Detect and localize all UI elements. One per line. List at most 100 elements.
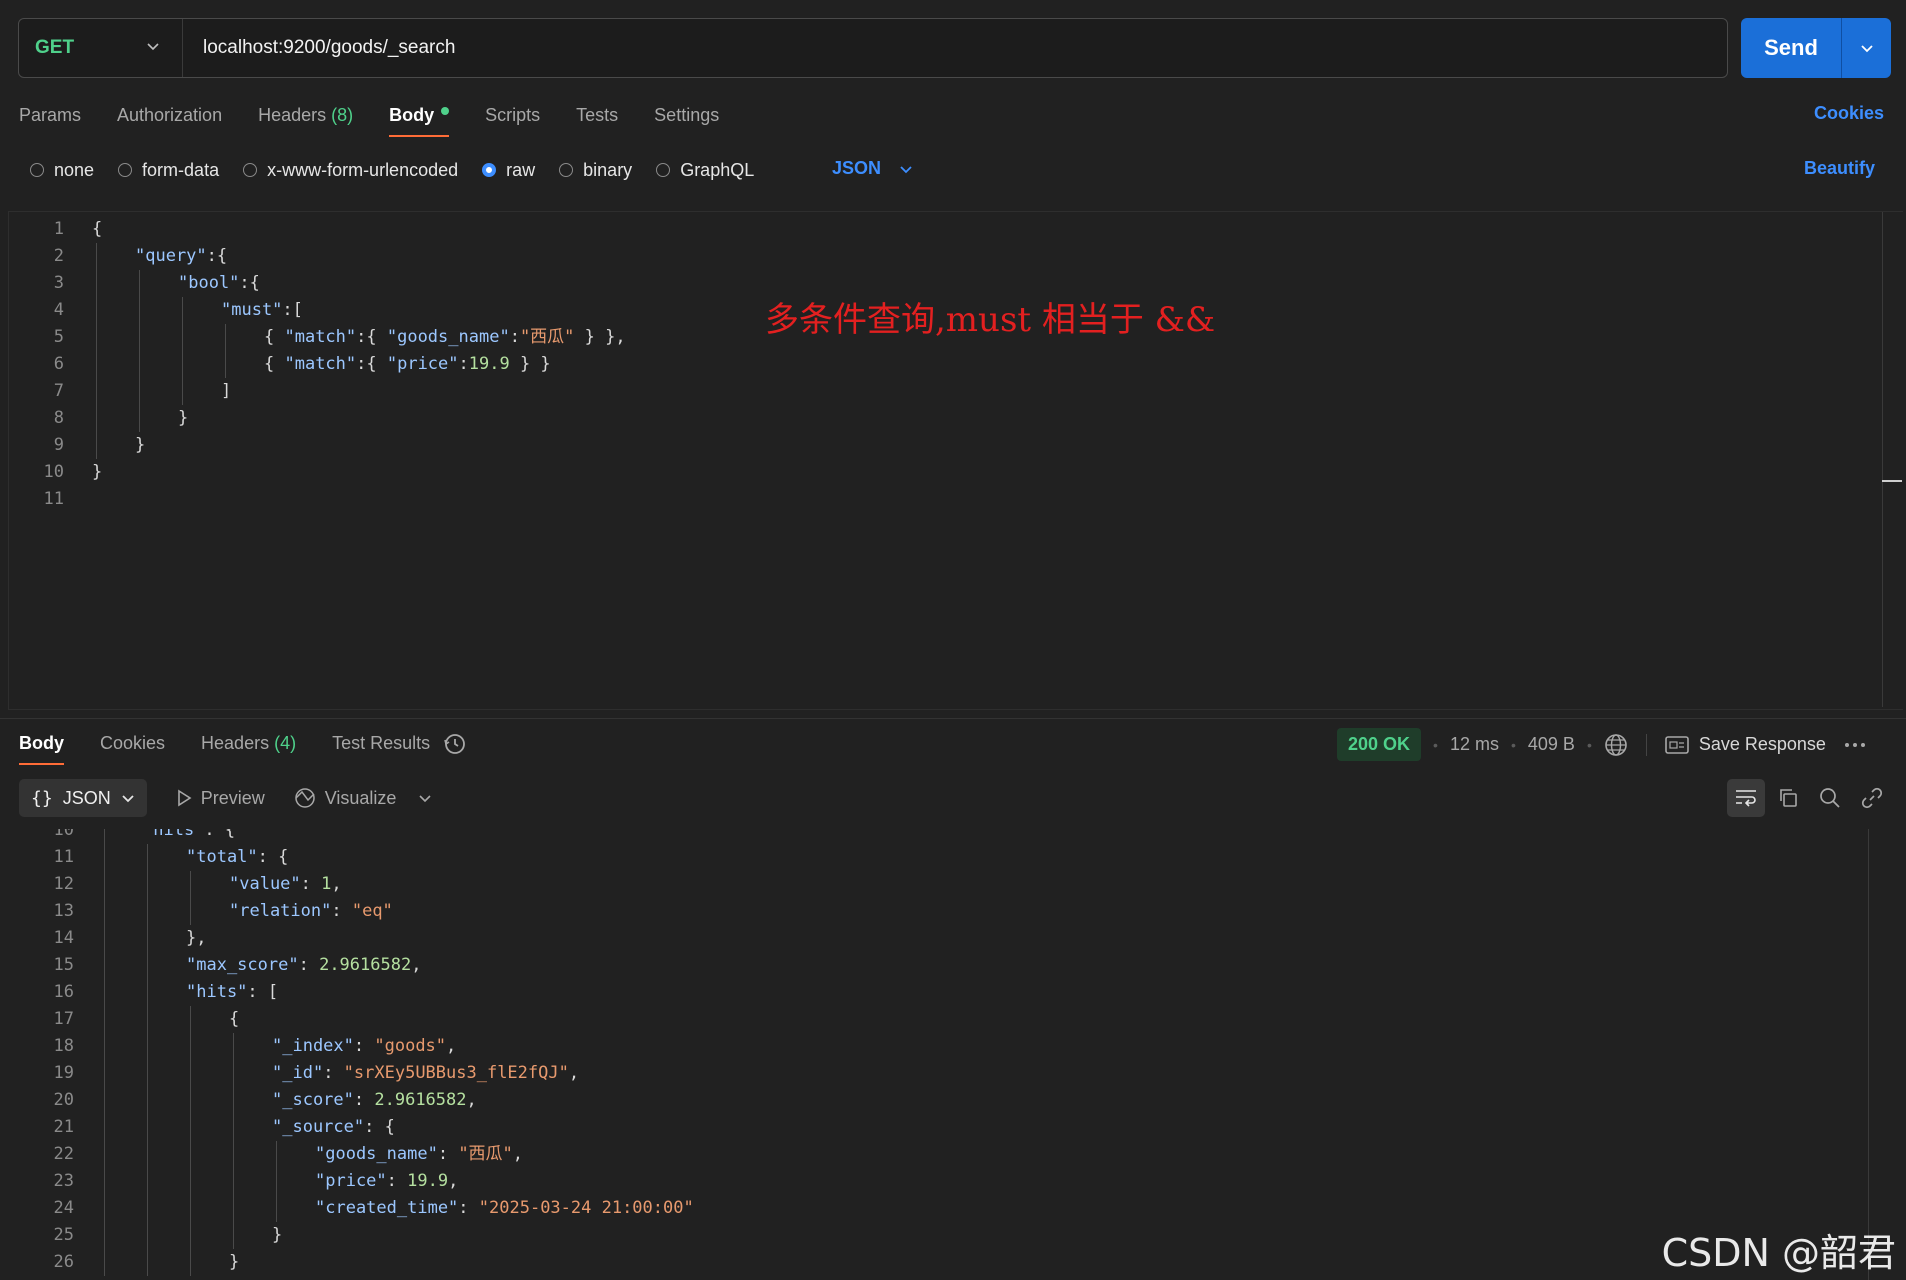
link-button[interactable] bbox=[1853, 779, 1891, 817]
cookies-link[interactable]: Cookies bbox=[1814, 103, 1884, 124]
indent-guide bbox=[147, 1168, 148, 1195]
tab-body[interactable]: Body bbox=[389, 95, 450, 137]
code-token: : { bbox=[364, 1117, 395, 1137]
body-type-form-data[interactable]: form-data bbox=[118, 160, 219, 181]
body-type-x-www-form-urlencoded[interactable]: x-www-form-urlencoded bbox=[243, 160, 458, 181]
radio-unchecked-icon[interactable] bbox=[30, 163, 44, 177]
code-token: "price" bbox=[315, 1171, 387, 1191]
line-number: 21 bbox=[53, 1117, 74, 1137]
more-options-icon[interactable] bbox=[1844, 741, 1866, 749]
code-text: } bbox=[229, 1249, 239, 1276]
body-type-none[interactable]: none bbox=[30, 160, 94, 181]
radio-unchecked-icon[interactable] bbox=[243, 163, 258, 177]
code-token: "total" bbox=[186, 847, 258, 867]
radio-checked-icon[interactable] bbox=[482, 163, 497, 177]
send-button[interactable]: Send bbox=[1741, 18, 1891, 78]
line-number: 25 bbox=[53, 1225, 74, 1245]
code-line: 1{ bbox=[8, 216, 1868, 243]
line-number: 22 bbox=[53, 1144, 74, 1164]
visualize-button[interactable]: Visualize bbox=[293, 787, 441, 809]
tab-label: Settings bbox=[654, 104, 720, 125]
radio-unchecked-icon[interactable] bbox=[118, 163, 133, 177]
code-token: : bbox=[323, 1063, 344, 1083]
body-type-raw[interactable]: raw bbox=[482, 160, 535, 181]
tab-headers[interactable]: Headers (8) bbox=[258, 95, 353, 135]
tab-scripts[interactable]: Scripts bbox=[485, 95, 540, 135]
code-token: "value" bbox=[229, 874, 301, 894]
tab-settings[interactable]: Settings bbox=[654, 95, 719, 135]
status-badge[interactable]: 200 OK bbox=[1337, 728, 1422, 761]
save-response-button[interactable]: Save Response bbox=[1665, 734, 1826, 755]
body-type-graphql[interactable]: GraphQL bbox=[656, 160, 754, 181]
tab-label: Authorization bbox=[117, 104, 223, 125]
raw-format-select[interactable]: JSON bbox=[832, 158, 913, 179]
response-format-label: JSON bbox=[62, 787, 111, 808]
indent-guide bbox=[233, 1168, 234, 1195]
code-token: "max_score" bbox=[186, 955, 299, 975]
body-type-label: raw bbox=[506, 159, 536, 180]
editor-scrollbar-thumb[interactable] bbox=[1882, 480, 1902, 482]
code-line: 19 "_id": "srXEy5UBBus3_flE2fQJ", bbox=[8, 1060, 1868, 1087]
code-text: "hits": [ bbox=[186, 979, 278, 1006]
url-input[interactable] bbox=[183, 18, 1727, 78]
globe-icon[interactable] bbox=[1604, 733, 1628, 757]
radio-unchecked-icon[interactable] bbox=[656, 163, 671, 177]
code-text: "goods_name": "西瓜", bbox=[315, 1141, 523, 1168]
response-format-select[interactable]: {} JSON bbox=[19, 779, 147, 817]
response-tab-test-results[interactable]: Test Results bbox=[332, 723, 430, 763]
response-tab-cookies[interactable]: Cookies bbox=[100, 723, 165, 763]
code-token: : bbox=[300, 874, 322, 894]
search-button[interactable] bbox=[1811, 779, 1849, 817]
code-token: : bbox=[458, 1198, 479, 1218]
response-actions bbox=[1727, 779, 1891, 817]
tab-tests[interactable]: Tests bbox=[576, 95, 618, 135]
tab-params[interactable]: Params bbox=[19, 95, 81, 135]
line-number: 16 bbox=[53, 982, 74, 1002]
send-options-dropdown[interactable] bbox=[1842, 41, 1891, 55]
indent-guide bbox=[147, 1060, 148, 1087]
response-body-viewer[interactable]: 10 "hits": {11 "total": {12 "value": 1, 13 "r… bbox=[8, 829, 1868, 1280]
code-token: :{ bbox=[356, 354, 387, 374]
line-number: 19 bbox=[53, 1063, 74, 1083]
tab-authorization[interactable]: Authorization bbox=[117, 95, 222, 135]
save-response-label: Save Response bbox=[1698, 734, 1826, 754]
code-token: { bbox=[264, 354, 285, 374]
copy-button[interactable] bbox=[1769, 779, 1807, 817]
response-tab-headers[interactable]: Headers (4) bbox=[201, 723, 296, 763]
search-icon bbox=[1820, 788, 1840, 808]
body-type-label: x-www-form-urlencoded bbox=[267, 159, 459, 180]
indent-guide bbox=[96, 432, 97, 459]
play-icon bbox=[177, 789, 192, 807]
separator-dot: • bbox=[1510, 736, 1516, 753]
body-type-label: form-data bbox=[142, 159, 220, 180]
request-body-editor[interactable]: 1{2 "query":{3 "bool":{4 "must":[5{ "match"… bbox=[8, 212, 1868, 512]
pane-divider[interactable] bbox=[0, 718, 1906, 719]
response-time[interactable]: 12 ms bbox=[1450, 734, 1499, 755]
history-icon[interactable] bbox=[442, 731, 468, 762]
method-select[interactable]: GET bbox=[19, 19, 183, 77]
indent-guide bbox=[104, 829, 105, 844]
indent-guide bbox=[147, 1195, 148, 1222]
wrap-lines-button[interactable] bbox=[1727, 779, 1765, 817]
beautify-button[interactable]: Beautify bbox=[1804, 158, 1875, 179]
line-number: 5 bbox=[53, 327, 64, 347]
response-tab-body[interactable]: Body bbox=[19, 723, 64, 765]
indent-guide bbox=[147, 925, 148, 952]
tab-label: Body bbox=[19, 732, 64, 753]
indent-guide bbox=[233, 1033, 234, 1060]
preview-button[interactable]: Preview bbox=[175, 788, 265, 809]
code-token: : bbox=[509, 327, 520, 347]
response-size[interactable]: 409 B bbox=[1528, 734, 1575, 755]
indent-guide bbox=[104, 1087, 105, 1114]
indent-guide bbox=[104, 1114, 105, 1141]
code-line: 15 "max_score": 2.9616582, bbox=[8, 952, 1868, 979]
chevron-down-icon bbox=[419, 795, 432, 803]
code-token: } } bbox=[509, 354, 551, 374]
code-token: : { bbox=[257, 847, 289, 867]
body-type-binary[interactable]: binary bbox=[559, 160, 632, 181]
line-number: 1 bbox=[53, 219, 64, 239]
radio-unchecked-icon[interactable] bbox=[559, 163, 574, 177]
code-text: } bbox=[272, 1222, 282, 1249]
indent-guide bbox=[190, 1249, 191, 1276]
code-line: 22 "goods_name": "西瓜", bbox=[8, 1141, 1868, 1168]
